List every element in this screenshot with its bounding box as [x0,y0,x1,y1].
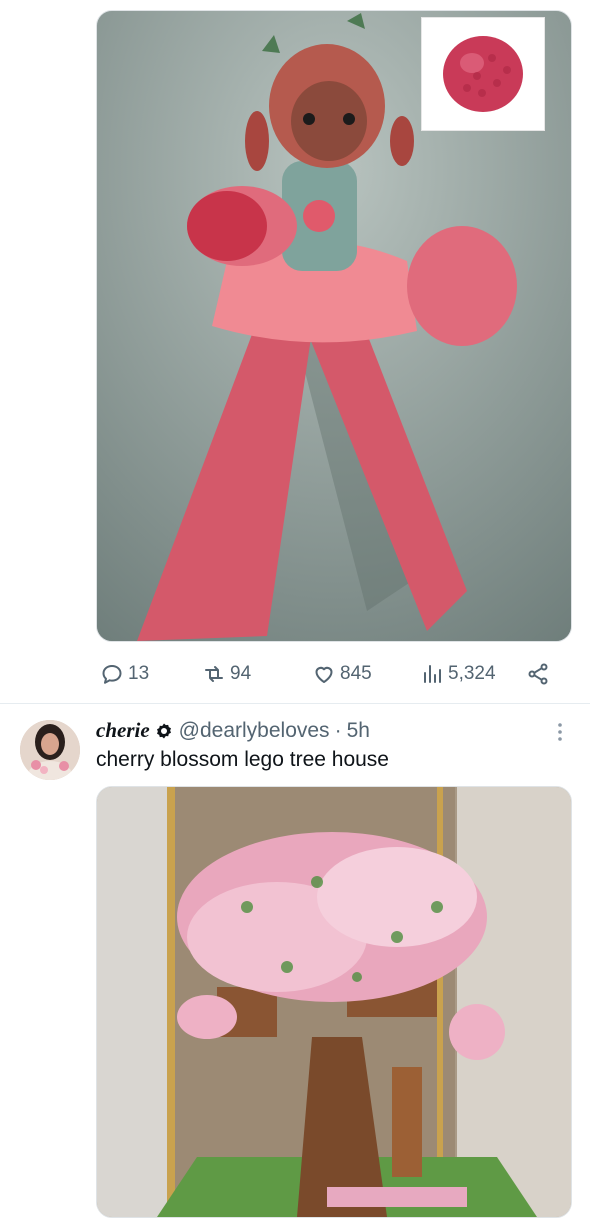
post-text: cherry blossom lego tree house [96,748,389,771]
view-count: 5,324 [448,663,496,684]
like-button[interactable]: 845 [312,658,372,690]
avatar-image [20,720,80,780]
repost-button[interactable]: 94 [202,658,251,690]
avatar[interactable] [20,720,80,780]
share-button[interactable] [526,658,550,690]
header-separator: · [334,718,342,742]
reply-button[interactable]: 13 [100,658,149,690]
post-header: cherie @dearlybeloves · 5h [96,718,370,743]
post-media-illustration[interactable] [96,10,572,642]
share-icon [528,663,548,685]
like-count: 845 [340,663,372,684]
post-time[interactable]: 5h [347,719,370,743]
views-button[interactable]: 5,324 [420,658,496,690]
views-chart-icon [424,665,441,683]
post-actions-bar: 13 94 845 5,324 [96,658,566,690]
post-media-photo[interactable] [96,786,572,1218]
repost-icon [205,666,223,682]
display-name[interactable]: cherie [96,718,150,743]
post-divider [0,703,590,704]
reply-count: 13 [128,663,150,684]
raspberry-reference-thumbnail [421,17,545,131]
vertical-ellipsis-icon [558,723,562,741]
reply-icon [102,665,122,684]
user-handle[interactable]: @dearlybeloves [179,719,330,743]
heart-icon [315,666,333,683]
repost-count: 94 [230,663,252,684]
verified-badge-icon [156,723,171,738]
more-options-button[interactable] [548,720,572,744]
photo-image [97,787,571,1217]
